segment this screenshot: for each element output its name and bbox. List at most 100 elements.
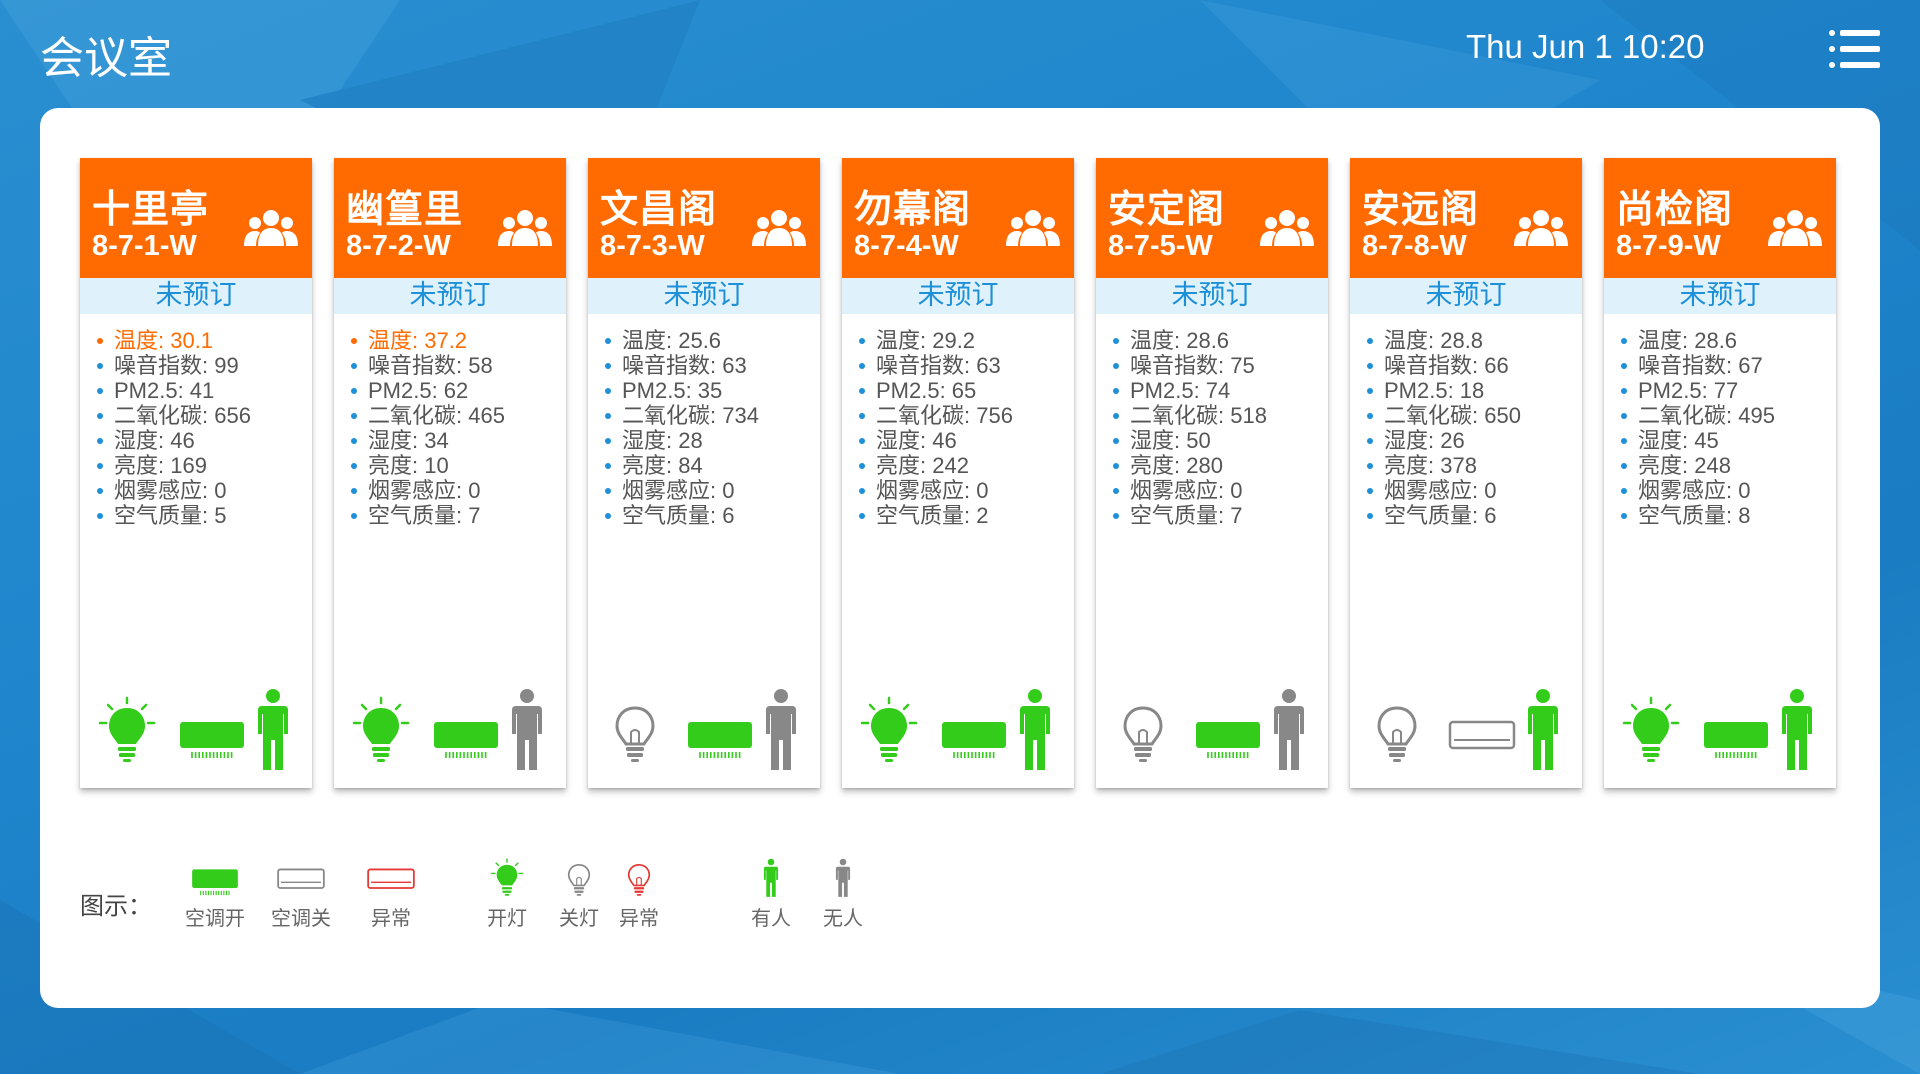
light-on-icon[interactable] bbox=[858, 696, 920, 766]
room-code: 8-7-5-W bbox=[1108, 230, 1213, 262]
metric-item: 噪音指数: 58 bbox=[348, 353, 566, 378]
main-panel: 十里亭 8-7-1-W 未预订 温度: 30.1 噪音指数: 99 PM2.5: 4… bbox=[40, 108, 1880, 1008]
legend-label: 开灯 bbox=[487, 906, 527, 930]
metric-item: 二氧化碳: 650 bbox=[1364, 403, 1582, 428]
room-code: 8-7-1-W bbox=[92, 230, 197, 262]
light-off-icon[interactable] bbox=[1112, 696, 1174, 766]
metric-list: 温度: 28.8 噪音指数: 66 PM2.5: 18 二氧化碳: 650 湿度: 26… bbox=[1350, 314, 1582, 528]
metric-item: PM2.5: 65 bbox=[856, 378, 1074, 403]
room-header: 勿幕阁 8-7-4-W bbox=[842, 158, 1074, 278]
room-card[interactable]: 十里亭 8-7-1-W 未预订 温度: 30.1 噪音指数: 99 PM2.5: 4… bbox=[80, 158, 312, 788]
ac-on-icon[interactable] bbox=[1194, 720, 1262, 762]
metric-item: PM2.5: 35 bbox=[602, 378, 820, 403]
device-status-row bbox=[842, 688, 1074, 778]
light-on-icon[interactable] bbox=[350, 696, 412, 766]
metric-item: 烟雾感应: 0 bbox=[94, 478, 312, 503]
metric-item: 湿度: 34 bbox=[348, 428, 566, 453]
ac-off-icon bbox=[266, 858, 336, 898]
metric-item: 噪音指数: 75 bbox=[1110, 353, 1328, 378]
metric-item: 亮度: 84 bbox=[602, 453, 820, 478]
metric-item: 噪音指数: 66 bbox=[1364, 353, 1582, 378]
room-header: 尚检阁 8-7-9-W bbox=[1604, 158, 1836, 278]
metric-item: 湿度: 46 bbox=[856, 428, 1074, 453]
menu-icon[interactable] bbox=[1828, 28, 1880, 70]
legend-label: 无人 bbox=[823, 906, 863, 930]
metric-list: 温度: 28.6 噪音指数: 75 PM2.5: 74 二氧化碳: 518 湿度: 50… bbox=[1096, 314, 1328, 528]
legend-item-light-alarm: 异常 bbox=[614, 858, 664, 931]
metric-item: 温度: 37.2 bbox=[348, 328, 566, 353]
legend-item-light-off: 关灯 bbox=[554, 858, 604, 931]
booking-status[interactable]: 未预订 bbox=[1096, 278, 1328, 314]
metric-item: 温度: 25.6 bbox=[602, 328, 820, 353]
ac-off-icon[interactable] bbox=[1448, 720, 1516, 762]
group-icon[interactable] bbox=[1768, 208, 1822, 252]
room-card[interactable]: 幽篁里 8-7-2-W 未预订 温度: 37.2 噪音指数: 58 PM2.5: 6… bbox=[334, 158, 566, 788]
room-card[interactable]: 安远阁 8-7-8-W 未预订 温度: 28.8 噪音指数: 66 PM2.5: 1… bbox=[1350, 158, 1582, 788]
room-code: 8-7-4-W bbox=[854, 230, 959, 262]
booking-status[interactable]: 未预订 bbox=[842, 278, 1074, 314]
booking-status[interactable]: 未预订 bbox=[1350, 278, 1582, 314]
booking-status[interactable]: 未预订 bbox=[588, 278, 820, 314]
room-card[interactable]: 尚检阁 8-7-9-W 未预订 温度: 28.6 噪音指数: 67 PM2.5: 7… bbox=[1604, 158, 1836, 788]
group-icon[interactable] bbox=[1006, 208, 1060, 252]
metric-item: 二氧化碳: 495 bbox=[1618, 403, 1836, 428]
ac-on-icon[interactable] bbox=[1702, 720, 1770, 762]
metric-item: 空气质量: 6 bbox=[1364, 503, 1582, 528]
device-status-row bbox=[1096, 688, 1328, 778]
metric-item: PM2.5: 41 bbox=[94, 378, 312, 403]
device-status-row bbox=[1604, 688, 1836, 778]
metric-item: 烟雾感应: 0 bbox=[1618, 478, 1836, 503]
light-off-icon[interactable] bbox=[1366, 696, 1428, 766]
room-card[interactable]: 安定阁 8-7-5-W 未预订 温度: 28.6 噪音指数: 75 PM2.5: 7… bbox=[1096, 158, 1328, 788]
room-code: 8-7-9-W bbox=[1616, 230, 1721, 262]
page-title: 会议室 bbox=[40, 33, 172, 84]
metric-item: 噪音指数: 63 bbox=[856, 353, 1074, 378]
group-icon[interactable] bbox=[1260, 208, 1314, 252]
metric-item: 空气质量: 7 bbox=[348, 503, 566, 528]
group-icon[interactable] bbox=[1514, 208, 1568, 252]
light-on-icon[interactable] bbox=[1620, 696, 1682, 766]
room-name: 安定阁 bbox=[1108, 187, 1226, 231]
room-header: 十里亭 8-7-1-W bbox=[80, 158, 312, 278]
legend-item-light-on: 开灯 bbox=[482, 858, 532, 931]
ac-on-icon[interactable] bbox=[178, 720, 246, 762]
metric-item: 噪音指数: 99 bbox=[94, 353, 312, 378]
legend-label: 空调关 bbox=[271, 906, 331, 930]
metric-item: 烟雾感应: 0 bbox=[1110, 478, 1328, 503]
legend-label: 空调开 bbox=[185, 906, 245, 930]
metric-item: 空气质量: 6 bbox=[602, 503, 820, 528]
metric-item: 二氧化碳: 656 bbox=[94, 403, 312, 428]
metric-item: 温度: 28.6 bbox=[1618, 328, 1836, 353]
room-header: 安定阁 8-7-5-W bbox=[1096, 158, 1328, 278]
light-off-icon bbox=[554, 858, 604, 898]
legend: 图示： 空调开 空调关 异常 开灯 关灯 异常 有人 无人 bbox=[80, 858, 980, 938]
ac-on-icon[interactable] bbox=[432, 720, 500, 762]
light-alarm-icon bbox=[614, 858, 664, 898]
room-card[interactable]: 文昌阁 8-7-3-W 未预订 温度: 25.6 噪音指数: 63 PM2.5: 3… bbox=[588, 158, 820, 788]
metric-item: 噪音指数: 63 bbox=[602, 353, 820, 378]
person-present-icon bbox=[256, 688, 290, 772]
booking-status[interactable]: 未预订 bbox=[1604, 278, 1836, 314]
group-icon[interactable] bbox=[752, 208, 806, 252]
person-present-icon bbox=[1780, 688, 1814, 772]
ac-on-icon[interactable] bbox=[686, 720, 754, 762]
device-status-row bbox=[80, 688, 312, 778]
metric-item: 二氧化碳: 465 bbox=[348, 403, 566, 428]
room-card[interactable]: 勿幕阁 8-7-4-W 未预订 温度: 29.2 噪音指数: 63 PM2.5: 6… bbox=[842, 158, 1074, 788]
booking-status[interactable]: 未预订 bbox=[80, 278, 312, 314]
metric-list: 温度: 28.6 噪音指数: 67 PM2.5: 77 二氧化碳: 495 湿度: 45… bbox=[1604, 314, 1836, 528]
top-bar: 会议室 Thu Jun 1 10:20 bbox=[0, 0, 1920, 100]
light-off-icon[interactable] bbox=[604, 696, 666, 766]
ac-on-icon[interactable] bbox=[940, 720, 1008, 762]
metric-item: 湿度: 28 bbox=[602, 428, 820, 453]
metric-item: 湿度: 26 bbox=[1364, 428, 1582, 453]
group-icon[interactable] bbox=[498, 208, 552, 252]
room-code: 8-7-8-W bbox=[1362, 230, 1467, 262]
booking-status[interactable]: 未预订 bbox=[334, 278, 566, 314]
group-icon[interactable] bbox=[244, 208, 298, 252]
legend-label: 有人 bbox=[751, 906, 791, 930]
legend-title: 图示： bbox=[80, 892, 152, 920]
room-card-list: 十里亭 8-7-1-W 未预订 温度: 30.1 噪音指数: 99 PM2.5: 4… bbox=[80, 158, 1840, 798]
light-on-icon[interactable] bbox=[96, 696, 158, 766]
legend-item-person-present: 有人 bbox=[746, 858, 796, 931]
